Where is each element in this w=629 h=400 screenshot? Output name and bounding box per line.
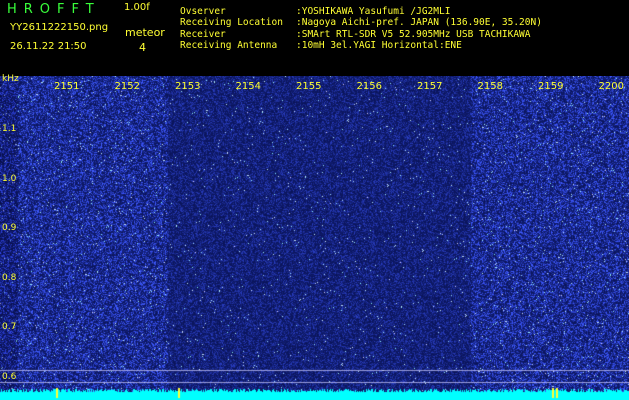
- meteor-label: meteor: [125, 26, 165, 39]
- app-title: HROFFT: [7, 2, 101, 17]
- x-tick-label: 2155: [296, 81, 322, 92]
- y-tick-label: 0.9: [2, 223, 17, 233]
- x-tick-label: 2159: [538, 81, 564, 92]
- info-row-location: Receiving Location:Nagoya Aichi-pref. JA…: [180, 17, 542, 29]
- x-tick-label: 2151: [54, 81, 80, 92]
- y-tick-label: 1.0: [2, 174, 17, 184]
- spectrogram-canvas: [0, 76, 629, 400]
- x-tick-label: 2157: [417, 81, 443, 92]
- filename-label: YY2611222150.png: [10, 22, 109, 33]
- y-axis-unit: kHz: [2, 74, 19, 84]
- y-tick-label: 0.7: [2, 322, 17, 332]
- y-tick-label: 1.1: [2, 124, 17, 134]
- x-tick-label: 2152: [114, 81, 140, 92]
- meteor-count: 4: [139, 41, 146, 54]
- info-row-antenna: Receiving Antenna:10mH 3el.YAGI Horizont…: [180, 39, 462, 51]
- x-tick-label: 2154: [235, 81, 261, 92]
- x-tick-label: 2158: [477, 81, 503, 92]
- header-panel: HROFFT 1.00f YY2611222150.png 26.11.22 2…: [0, 0, 629, 75]
- info-row-receiver: Receiver:SMArt RTL-SDR V5 52.905MHz USB …: [180, 28, 531, 40]
- version-label: 1.00f: [124, 2, 150, 13]
- x-tick-label: 2156: [356, 81, 382, 92]
- y-tick-label: 0.8: [2, 273, 17, 283]
- x-tick-label: 2200: [598, 81, 624, 92]
- info-row-observer: Ovserver:YOSHIKAWA Yasufumi /JG2MLI: [180, 6, 451, 17]
- x-tick-label: 2153: [175, 81, 201, 92]
- datetime-label: 26.11.22 21:50: [10, 41, 87, 52]
- y-tick-label: 0.6: [2, 372, 17, 382]
- station-info: Ovserver:YOSHIKAWA Yasufumi /JG2MLI Rece…: [180, 6, 542, 51]
